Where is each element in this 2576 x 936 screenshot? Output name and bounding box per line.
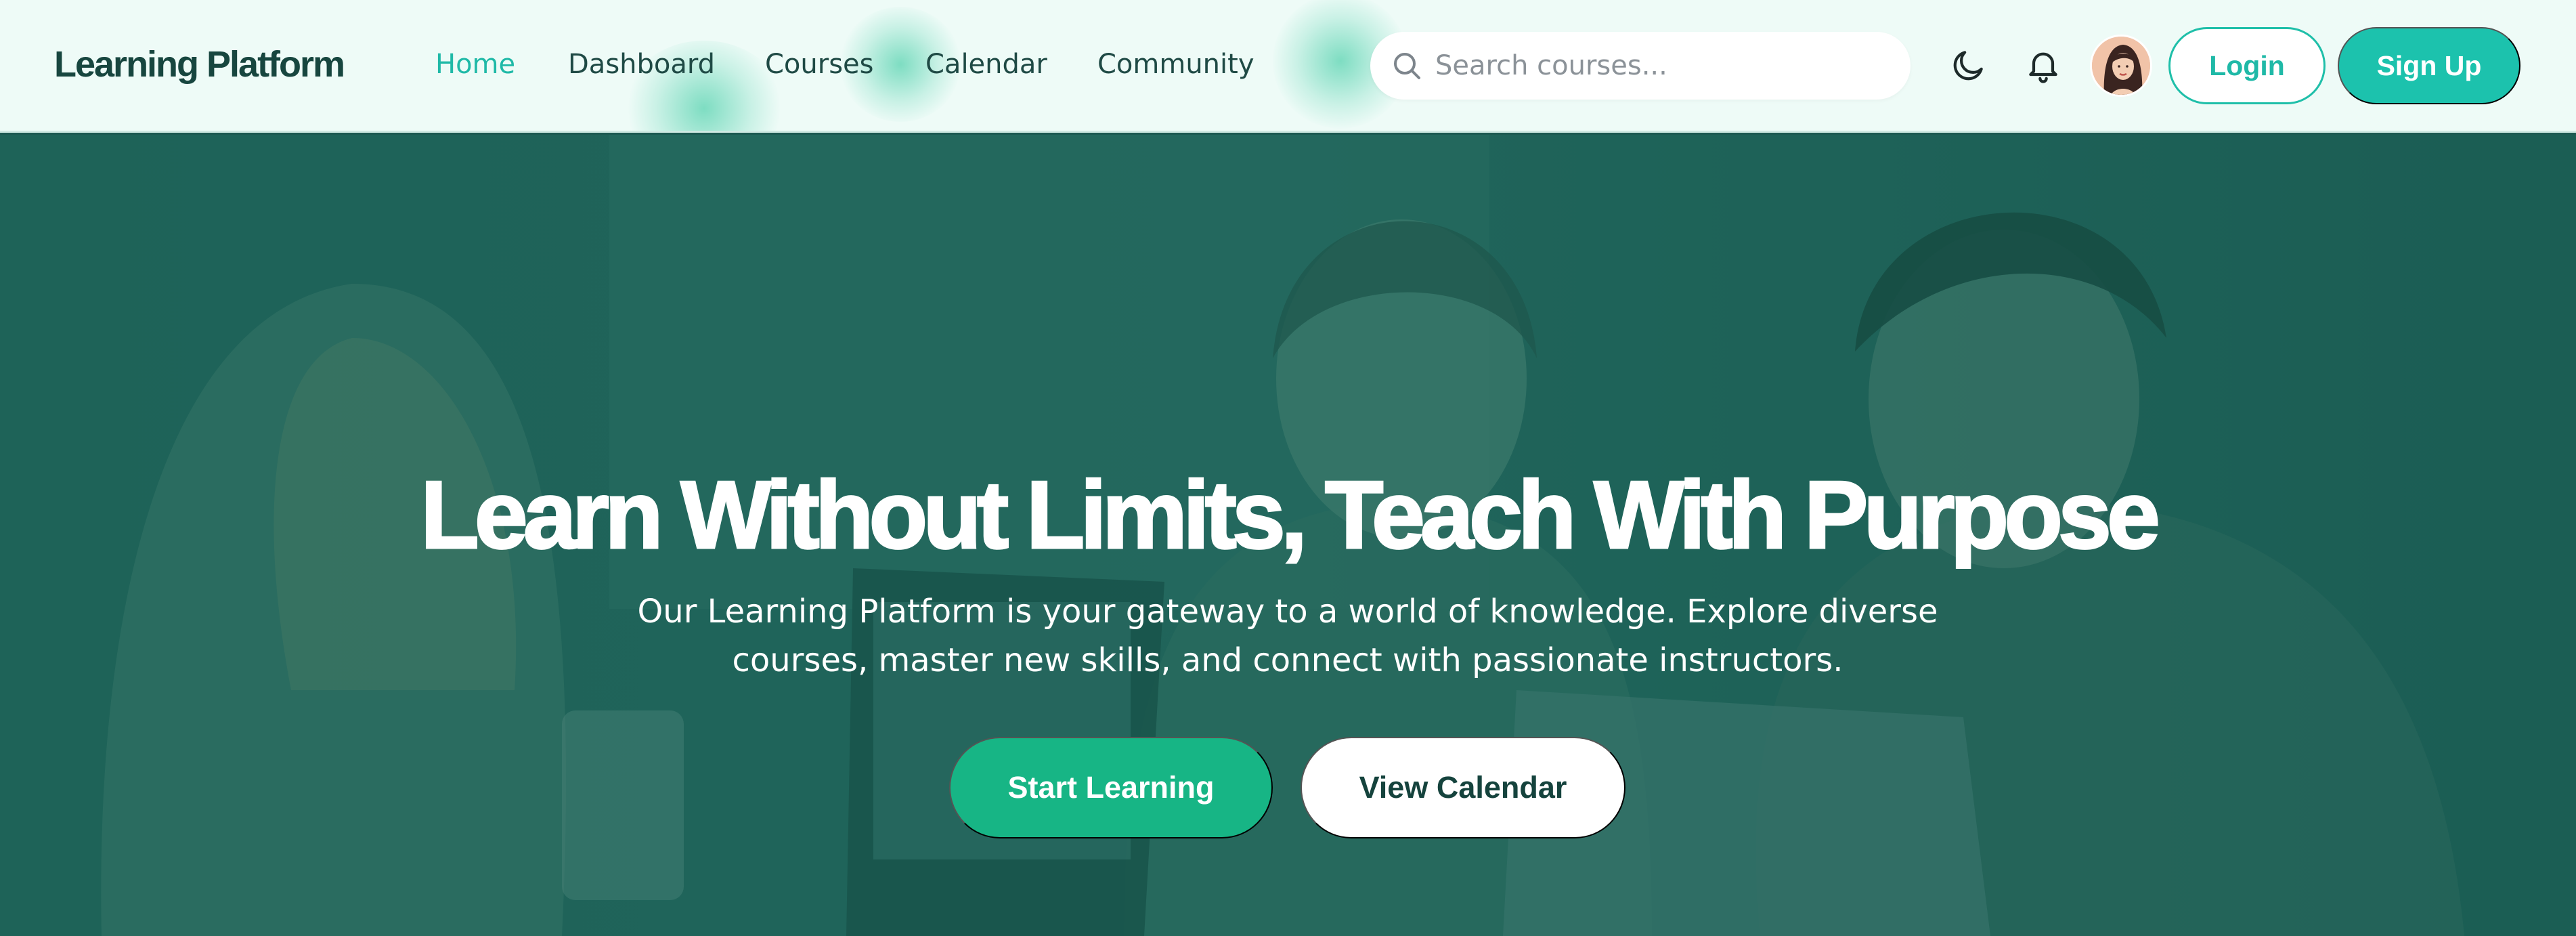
search-icon bbox=[1394, 53, 1420, 79]
hero-title: Learn Without Limits, Teach With Purpose bbox=[420, 461, 2162, 570]
nav-link-home[interactable]: Home bbox=[435, 49, 515, 80]
start-learning-button[interactable]: Start Learning bbox=[949, 737, 1273, 838]
brand-logo[interactable]: Learning Platform bbox=[54, 43, 345, 85]
sign-up-button[interactable]: Sign Up bbox=[2338, 27, 2520, 104]
nav-link-calendar[interactable]: Calendar bbox=[925, 49, 1047, 80]
view-calendar-button[interactable]: View Calendar bbox=[1301, 737, 1625, 838]
nav-link-courses[interactable]: Courses bbox=[765, 49, 874, 80]
search-input[interactable] bbox=[1435, 32, 1889, 100]
nav-link-community[interactable]: Community bbox=[1097, 49, 1254, 80]
bell-icon[interactable] bbox=[2024, 45, 2062, 85]
moon-icon[interactable] bbox=[1950, 46, 1988, 84]
nav-link-dashboard[interactable]: Dashboard bbox=[568, 49, 715, 80]
login-button[interactable]: Login bbox=[2168, 27, 2326, 104]
hero-subtitle: Our Learning Platform is your gateway to… bbox=[637, 593, 1938, 679]
top-navigation-bar: Learning Platform Home Dashboard Courses… bbox=[0, 0, 2576, 133]
avatar-portrait-icon bbox=[2092, 37, 2150, 95]
hero-section: Learn Without Limits, Teach With Purpose… bbox=[0, 135, 2576, 936]
user-avatar[interactable] bbox=[2090, 35, 2152, 97]
search-bar[interactable] bbox=[1370, 32, 1911, 100]
